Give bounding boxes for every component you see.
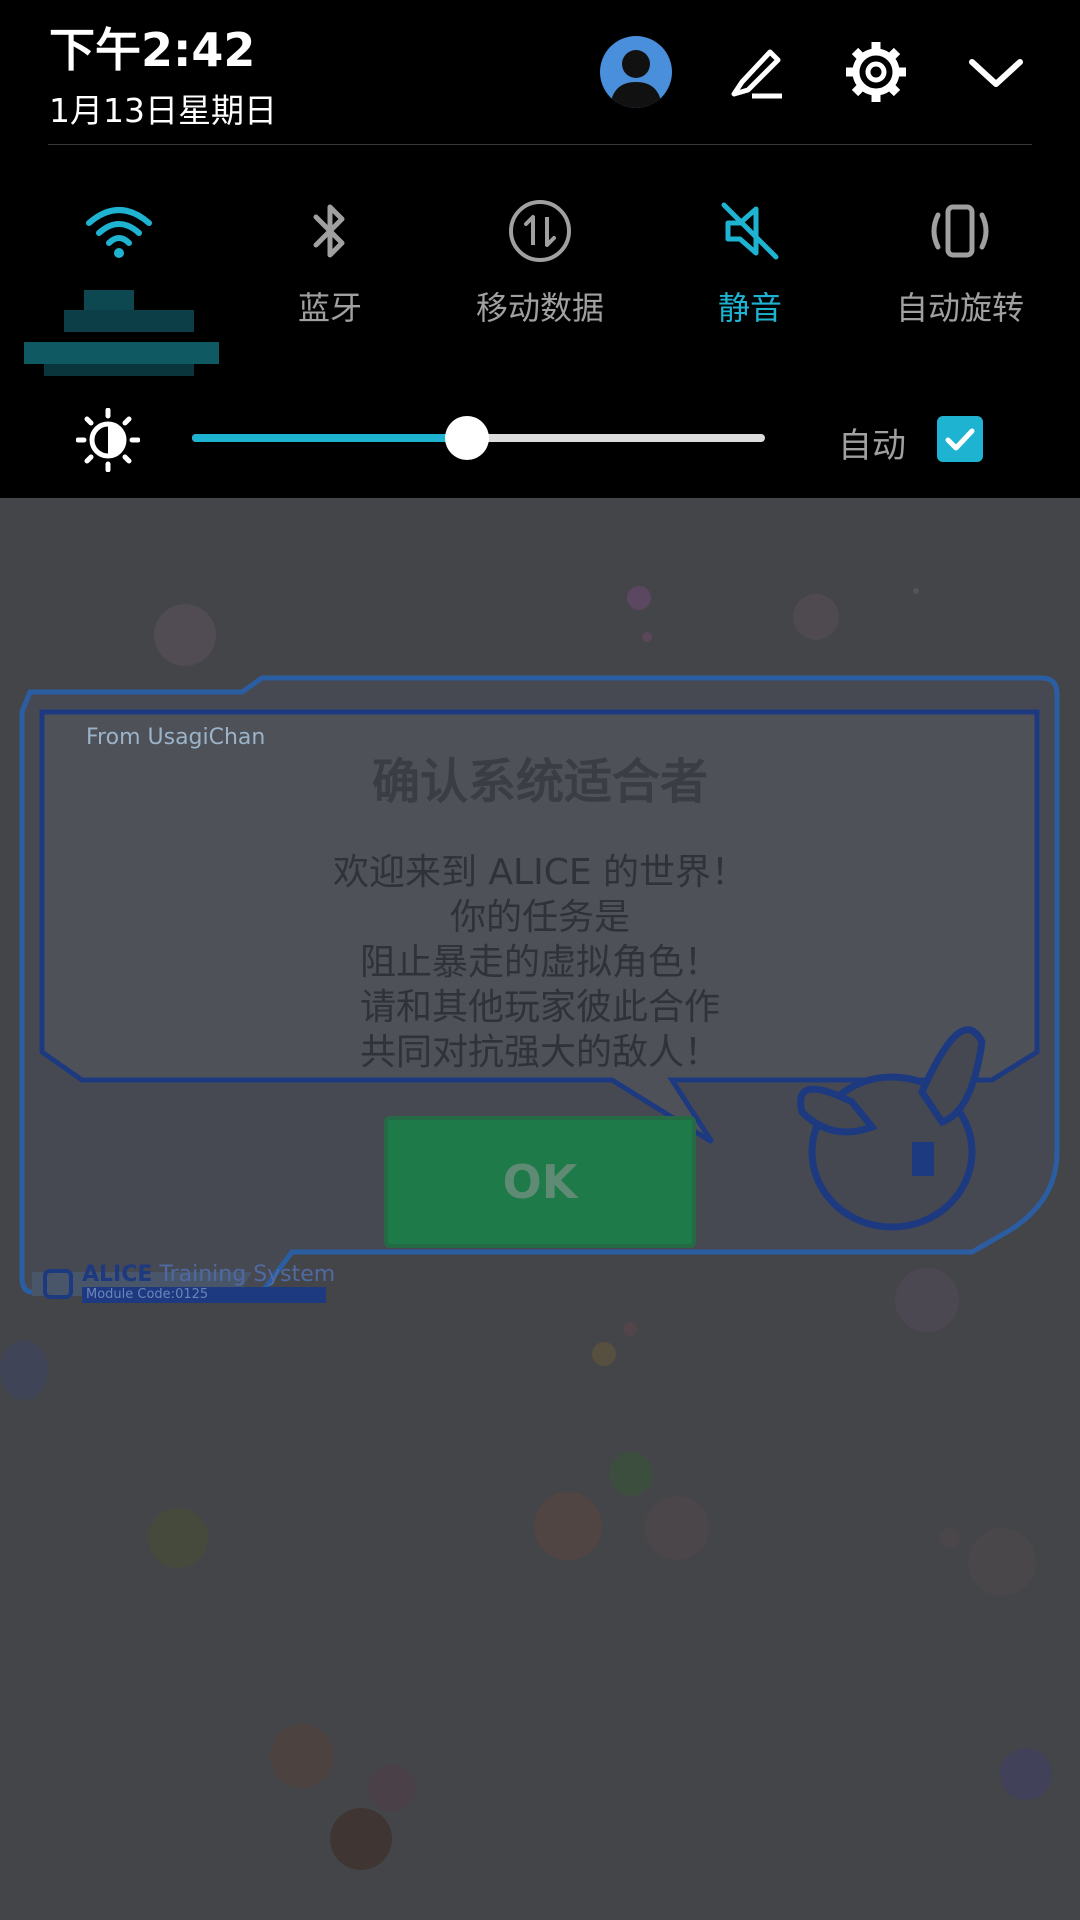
decor-dot <box>154 604 216 666</box>
decor-dot <box>592 1342 616 1366</box>
decor-dot <box>940 1528 960 1548</box>
checkbox-outline-icon <box>43 1269 73 1299</box>
brightness-slider-fill <box>192 434 468 442</box>
auto-rotate-icon <box>931 204 989 258</box>
tile-wifi[interactable] <box>24 195 214 283</box>
dialog-message-line: 你的任务是 <box>449 897 630 938</box>
decor-dot <box>270 1724 334 1788</box>
brightness-slider[interactable] <box>192 416 765 460</box>
ok-button[interactable]: OK <box>384 1116 696 1248</box>
tile-auto-rotate[interactable]: 自动旋转 <box>865 195 1055 329</box>
decor-dot <box>148 1508 208 1568</box>
decor-dot <box>368 1764 416 1812</box>
decor-dot <box>627 586 651 610</box>
decor-dot <box>968 1528 1036 1596</box>
tile-mobile-data[interactable]: 移动数据 <box>445 195 635 329</box>
dialog-message-line: 共同对抗强大的敌人！ <box>359 1032 720 1073</box>
bluetooth-icon <box>313 204 345 258</box>
screen: From UsagiChan 确认系统适合者 欢迎来到 ALICE 的世界！ 你… <box>0 0 1080 1920</box>
tile-mute[interactable]: 静音 <box>655 195 845 329</box>
system-name-bold: ALICE <box>82 1262 153 1287</box>
tile-label: 静音 <box>717 289 782 327</box>
wifi-network-name-pixelated <box>24 290 219 380</box>
tile-label: 移动数据 <box>475 289 604 327</box>
tile-label: 自动旋转 <box>895 289 1024 327</box>
dialog-message: 欢迎来到 ALICE 的世界！ 你的任务是 阻止暴走的虚拟角色！ 请和其他玩家彼… <box>0 850 1080 1075</box>
decor-dot <box>913 588 919 594</box>
chevron-down-icon[interactable] <box>960 36 1032 108</box>
decor-dot <box>609 1452 653 1496</box>
auto-brightness-checkbox[interactable] <box>937 416 983 462</box>
system-name: ALICE Training System <box>82 1262 335 1287</box>
brightness-slider-thumb[interactable] <box>445 416 490 460</box>
auto-brightness-label: 自动 <box>838 426 906 466</box>
header-divider <box>48 144 1032 145</box>
dialog-title: 确认系统适合者 <box>371 754 708 810</box>
notification-shade: 下午2:42 1月13日星期日 蓝牙 移动数据 静音 自动旋转 自动 <box>0 0 1080 498</box>
user-silhouette-icon <box>610 50 662 108</box>
decor-dot <box>1000 1748 1052 1800</box>
decor-dot <box>642 632 652 642</box>
dialog-message-line: 欢迎来到 ALICE 的世界！ <box>332 852 748 893</box>
module-code: Module Code:0125 <box>82 1287 326 1303</box>
mute-icon <box>721 202 779 260</box>
dialog-message-line: 阻止暴走的虚拟角色！ <box>359 942 720 983</box>
tile-label: 蓝牙 <box>297 289 362 327</box>
user-avatar[interactable] <box>600 36 672 108</box>
mobile-data-icon <box>509 200 571 262</box>
decor-dot <box>534 1492 602 1560</box>
decor-dot <box>793 594 839 640</box>
wifi-icon <box>86 207 152 258</box>
checkmark-icon <box>945 428 975 451</box>
dialog-message-line: 请和其他玩家彼此合作 <box>359 987 720 1028</box>
clock-time: 下午2:42 <box>49 23 256 77</box>
tile-bluetooth[interactable]: 蓝牙 <box>235 195 425 329</box>
decor-dot <box>645 1496 709 1560</box>
system-name-rest: Training System <box>152 1262 336 1287</box>
edit-pencil-icon[interactable] <box>720 36 792 108</box>
decor-dot <box>330 1808 392 1870</box>
settings-gear-icon[interactable] <box>840 36 912 108</box>
clock-date: 1月13日星期日 <box>49 91 277 130</box>
decor-dot <box>0 1340 48 1400</box>
brightness-icon <box>76 408 140 472</box>
decor-dot <box>623 1322 637 1336</box>
